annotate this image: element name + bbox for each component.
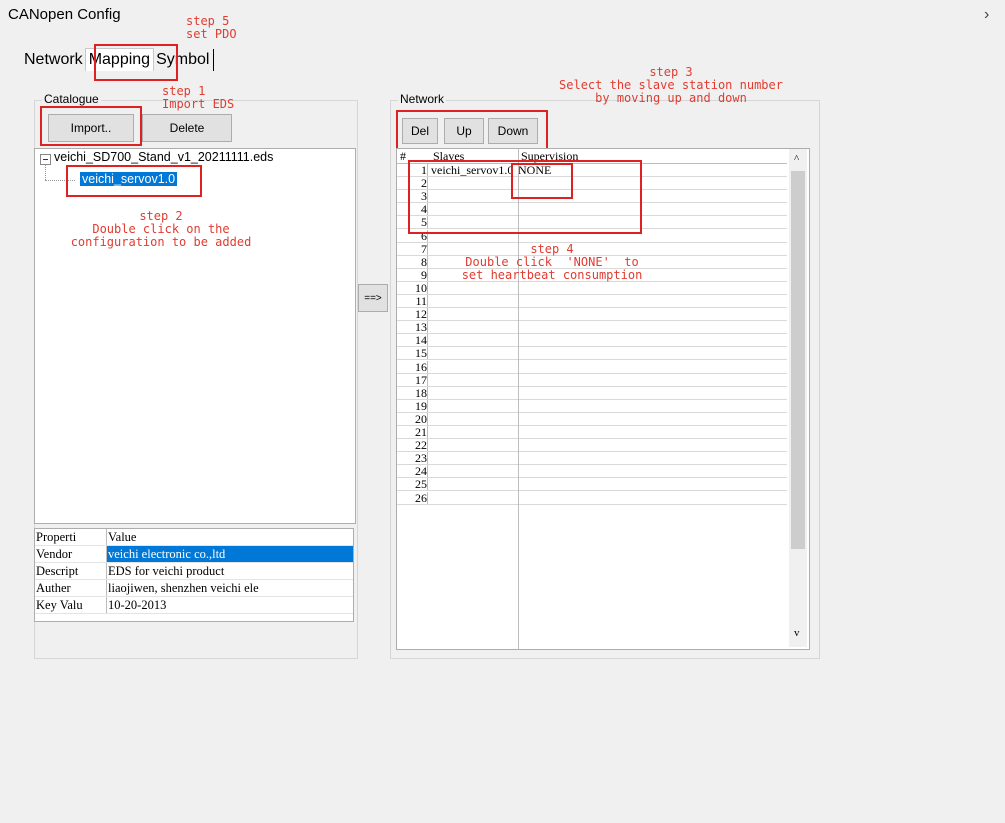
catalogue-tree [34,148,356,524]
table-row[interactable]: 25 [397,478,787,492]
property-key: Descript [35,563,107,579]
table-row[interactable]: 22 [397,439,787,453]
annotation-box-tree-child [66,165,202,197]
table-row[interactable]: 20 [397,412,787,426]
annotation-step1: step 1 Import EDS [162,84,235,111]
row-number: 21 [397,426,428,438]
row-number: 22 [397,439,428,452]
row-number: 25 [397,478,428,491]
property-value: veichi electronic co.,ltd [107,546,353,562]
row-number: 24 [397,465,428,478]
scroll-down-icon[interactable]: v [794,627,800,639]
table-row[interactable]: 11 [397,295,787,308]
row-number: 13 [397,321,428,334]
vertical-scrollbar[interactable]: ^ v [789,149,807,647]
tab-network[interactable]: Network [22,49,85,71]
minus-box-icon[interactable] [40,154,51,165]
annotation-step4: step 4 Double click 'NONE' to set heartb… [461,242,643,282]
table-row[interactable]: 18 [397,386,787,400]
properties-row[interactable]: Auther liaojiwen, shenzhen veichi ele [35,580,353,597]
row-number: 14 [397,334,428,347]
properties-row[interactable]: Vendor veichi electronic co.,ltd [35,546,353,563]
row-number: 20 [397,412,428,425]
row-number: 17 [397,373,428,386]
network-label: Network [398,92,447,106]
table-row[interactable]: 10 [397,281,787,295]
property-value: liaojiwen, shenzhen veichi ele [108,581,259,595]
annotation-step3: step 3 Select the slave station number b… [559,65,783,105]
table-row[interactable]: 23 [397,452,787,466]
add-to-network-button[interactable]: ==> [358,284,388,312]
table-row[interactable]: 26 [397,491,787,505]
delete-button[interactable]: Delete [142,114,232,142]
annotation-box-mapping [94,44,178,81]
properties-header: Properti Value [35,529,353,546]
tab-divider [213,48,215,71]
row-number: 16 [397,360,428,373]
property-value: 10-20-2013 [108,598,167,612]
row-number: 23 [397,452,428,465]
table-row[interactable]: 21 [397,426,787,439]
properties-header-value: Value [108,530,137,544]
table-row[interactable]: 12 [397,308,787,322]
row-number: 9 [397,268,428,281]
row-number: 12 [397,308,428,321]
row-number: 8 [397,255,428,268]
scroll-up-icon[interactable]: ^ [794,153,799,165]
table-row[interactable]: 14 [397,334,787,348]
annotation-step5: step 5 set PDO [186,14,237,41]
row-number: 19 [397,399,428,412]
properties-table: Properti Value Vendor veichi electronic … [34,528,354,622]
table-row[interactable]: 15 [397,347,787,361]
row-number: 18 [397,386,428,399]
properties-row[interactable]: Descript EDS for veichi product [35,563,353,580]
properties-row[interactable]: Key Valu 10-20-2013 [35,597,353,614]
property-key: Vendor [35,546,107,562]
tree-root-item[interactable]: veichi_SD700_Stand_v1_20211111.eds [54,150,273,164]
row-number: 26 [397,491,428,504]
close-icon[interactable]: › [984,6,989,24]
annotation-step2: step 2 Double click on the configuration… [70,209,252,249]
table-row[interactable]: 19 [397,399,787,413]
property-value: EDS for veichi product [108,564,225,578]
row-number: 15 [397,347,428,360]
row-number: 7 [397,242,428,255]
row-number: 11 [397,295,428,307]
property-key: Auther [35,580,107,596]
table-row[interactable]: 17 [397,373,787,387]
window-title: CANopen Config [8,6,121,23]
row-number: 10 [397,281,428,294]
scrollbar-thumb[interactable] [791,171,805,549]
grid-header-number: # [400,149,406,163]
annotation-box-none [511,163,573,199]
table-row[interactable]: 16 [397,360,787,374]
property-key: Key Valu [35,597,107,613]
annotation-box-import [40,106,142,146]
properties-header-name: Properti [35,529,107,545]
table-row[interactable]: 24 [397,465,787,479]
catalogue-label: Catalogue [42,92,101,106]
tree-connector [45,165,47,180]
annotation-box-network-buttons [396,110,548,150]
table-row[interactable]: 13 [397,321,787,335]
